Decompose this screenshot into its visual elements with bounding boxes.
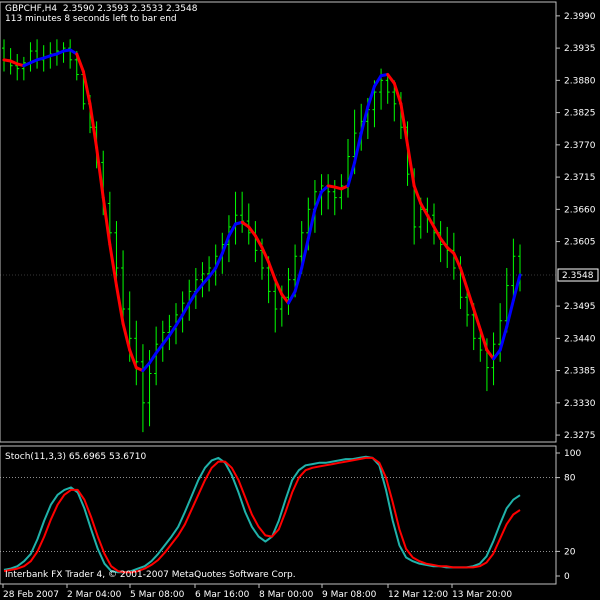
- price-tick-label: 2.3385: [564, 367, 596, 377]
- time-tick-label: 5 Mar 08:00: [130, 590, 185, 600]
- time-tick-label: 6 Mar 16:00: [195, 590, 250, 600]
- price-tick-label: 2.3825: [564, 109, 596, 119]
- price-tick-label: 2.3275: [564, 431, 596, 441]
- ohlc-values: 2.3590 2.3593 2.3533 2.3548: [62, 4, 198, 14]
- stoch-tick-label: 20: [564, 547, 576, 557]
- price-tick-label: 2.3715: [564, 173, 596, 183]
- chart-background: [0, 0, 600, 600]
- price-marker-label: 2.3548: [562, 271, 594, 281]
- time-tick-label: 8 Mar 00:00: [259, 590, 314, 600]
- price-tick-label: 2.3770: [564, 141, 596, 151]
- price-tick-label: 2.3660: [564, 205, 596, 215]
- bar-timer: 113 minutes 8 seconds left to bar end: [5, 14, 177, 24]
- price-tick-label: 2.3440: [564, 334, 596, 344]
- price-tick-label: 2.3330: [564, 399, 596, 409]
- current-price-marker: 2.3548: [557, 268, 599, 282]
- price-tick-label: 2.3495: [564, 302, 596, 312]
- time-tick-label: 2 Mar 04:00: [67, 590, 122, 600]
- stoch-tick-label: 0: [564, 572, 570, 582]
- price-tick-label: 2.3605: [564, 238, 596, 248]
- symbol-timeframe: GBPCHF,H4: [5, 4, 58, 14]
- stoch-tick-label: 80: [564, 474, 576, 484]
- symbol-header: GBPCHF,H4 2.3590 2.3593 2.3533 2.3548: [5, 4, 197, 14]
- time-tick-label: 13 Mar 20:00: [452, 590, 512, 600]
- time-tick-label: 28 Feb 2007: [3, 590, 59, 600]
- copyright-text: Interbank FX Trader 4, © 2001-2007 MetaQ…: [5, 570, 296, 580]
- price-tick-label: 2.3935: [564, 44, 596, 54]
- time-tick-label: 12 Mar 12:00: [388, 590, 448, 600]
- price-tick-label: 2.3880: [564, 76, 596, 86]
- time-tick-label: 9 Mar 08:00: [322, 590, 377, 600]
- chart-canvas: 2.3990 2.3935 2.3880 2.3825 2.3770 2.3715 2.36…: [0, 0, 600, 600]
- stoch-tick-label: 100: [564, 449, 581, 459]
- stoch-indicator-label: Stoch(11,3,3) 65.6965 53.6710: [5, 452, 147, 462]
- price-tick-label: 2.3990: [564, 12, 596, 22]
